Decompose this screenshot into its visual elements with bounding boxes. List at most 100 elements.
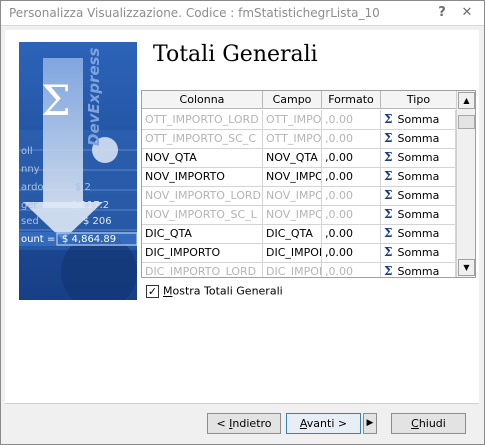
banner-value-1: $ 2: [75, 182, 91, 193]
cell-tipo-text: Somma: [397, 189, 440, 202]
cell-tipo[interactable]: Σ Somma: [381, 224, 456, 243]
table-row[interactable]: NOV_IMPORTO_SC_L NOV_IMPO ,0.00 Σ Somma: [142, 205, 456, 225]
next-button-rest: vanti >: [306, 417, 348, 430]
next-button[interactable]: Avanti >: [286, 413, 361, 434]
banner-label-5: sed: [21, 216, 39, 227]
table-row[interactable]: DIC_IMPORTO_LORD DIC_IMPOF ,0.00 Σ Somma: [142, 262, 456, 278]
cell-colonna[interactable]: NOV_IMPORTO_SC_L: [142, 205, 263, 224]
cell-campo[interactable]: NOV_QTA: [263, 148, 322, 167]
show-totals-label-rest: ostra Totali Generali: [172, 284, 283, 298]
column-header-campo[interactable]: Campo: [263, 91, 322, 109]
show-totals-label[interactable]: Mostra Totali Generali: [163, 285, 283, 298]
cell-campo[interactable]: NOV_IMPO: [263, 186, 322, 205]
cell-campo[interactable]: DIC_IMPOF: [263, 243, 322, 262]
cell-tipo-text: Somma: [397, 132, 440, 145]
cell-colonna[interactable]: NOV_IMPORTO: [142, 167, 263, 186]
column-header-formato[interactable]: Formato: [322, 91, 381, 109]
cell-tipo[interactable]: Σ Somma: [381, 148, 456, 167]
cell-tipo[interactable]: Σ Somma: [381, 129, 456, 148]
cell-campo[interactable]: NOV_IMPO: [263, 205, 322, 224]
cell-tipo-text: Somma: [397, 208, 440, 221]
banner-label-2: nny: [21, 164, 40, 175]
cell-campo[interactable]: OTT_IMPO: [263, 110, 322, 129]
cell-tipo-text: Somma: [397, 246, 440, 259]
cell-formato[interactable]: ,0.00: [322, 129, 381, 148]
table-row[interactable]: NOV_IMPORTO NOV_IMPO ,0.00 Σ Somma: [142, 167, 456, 187]
sum-icon: Σ: [384, 112, 393, 126]
sum-icon: Σ: [384, 226, 393, 240]
cell-tipo-text: Somma: [397, 170, 440, 183]
cell-tipo[interactable]: Σ Somma: [381, 167, 456, 186]
cell-colonna[interactable]: NOV_IMPORTO_LORD: [142, 186, 263, 205]
scroll-up-button[interactable]: ▲: [458, 92, 475, 109]
sum-icon: Σ: [384, 150, 393, 164]
cell-colonna[interactable]: NOV_QTA: [142, 148, 263, 167]
banner-image: Σ DevExpress oll nny ardo ger sed $ 2 $ …: [19, 42, 137, 300]
table-row[interactable]: OTT_IMPORTO_SC_C OTT_IMPO ,0.00 Σ Somma: [142, 129, 456, 149]
cell-tipo-text: Somma: [397, 265, 440, 278]
show-totals-mnemonic: M: [163, 284, 173, 298]
banner-sigma: Σ: [41, 76, 71, 125]
table-row[interactable]: DIC_QTA DIC_QTA ,0.00 Σ Somma: [142, 224, 456, 244]
cell-formato[interactable]: ,0.00: [322, 167, 381, 186]
table-row[interactable]: OTT_IMPORTO_LORD OTT_IMPO ,0.00 Σ Somma: [142, 110, 456, 130]
page-title: Totali Generali: [153, 42, 318, 67]
scroll-down-button[interactable]: ▼: [458, 259, 475, 276]
column-header-colonna[interactable]: Colonna: [142, 91, 263, 109]
cell-campo[interactable]: NOV_IMPO: [263, 167, 322, 186]
cell-tipo[interactable]: Σ Somma: [381, 262, 456, 278]
cell-tipo-text: Somma: [397, 227, 440, 240]
cell-formato[interactable]: ,0.00: [322, 205, 381, 224]
cell-colonna[interactable]: DIC_IMPORTO: [142, 243, 263, 262]
next-arrow-button[interactable]: ▶: [363, 413, 377, 434]
sum-icon: Σ: [384, 131, 393, 145]
cell-formato[interactable]: ,0.00: [322, 186, 381, 205]
cell-formato[interactable]: ,0.00: [322, 243, 381, 262]
cell-colonna[interactable]: DIC_QTA: [142, 224, 263, 243]
close-button-rest: hiudi: [418, 417, 446, 430]
grid-scrollbar[interactable]: ▲ ▼: [456, 91, 475, 277]
sum-icon: Σ: [384, 169, 393, 183]
cell-colonna[interactable]: DIC_IMPORTO_LORD: [142, 262, 263, 277]
cell-formato[interactable]: ,0.00: [322, 110, 381, 129]
column-header-tipo[interactable]: Tipo: [381, 91, 457, 109]
banner-value-2: $ 117.2: [71, 200, 110, 211]
sum-icon: Σ: [384, 245, 393, 259]
banner-label-1: oll: [21, 146, 33, 157]
table-row[interactable]: NOV_IMPORTO_LORD NOV_IMPO ,0.00 Σ Somma: [142, 186, 456, 206]
sum-icon: Σ: [384, 207, 393, 221]
scroll-thumb[interactable]: [458, 115, 475, 129]
cell-tipo[interactable]: Σ Somma: [381, 110, 456, 129]
cell-tipo[interactable]: Σ Somma: [381, 243, 456, 262]
banner-total-label: ount =: [21, 234, 56, 245]
cell-campo[interactable]: DIC_QTA: [263, 224, 322, 243]
cell-tipo[interactable]: Σ Somma: [381, 205, 456, 224]
banner-value-3: $ 206: [83, 216, 112, 227]
table-row[interactable]: DIC_IMPORTO DIC_IMPOF ,0.00 Σ Somma: [142, 243, 456, 263]
close-button[interactable]: Chiudi: [391, 413, 466, 434]
close-icon[interactable]: ✕: [459, 4, 475, 22]
cell-campo[interactable]: OTT_IMPO: [263, 129, 322, 148]
totals-grid[interactable]: Colonna Campo Formato Tipo OTT_IMPORTO_L…: [141, 90, 476, 278]
show-totals-option[interactable]: ✓ Mostra Totali Generali: [146, 284, 283, 298]
cell-colonna[interactable]: OTT_IMPORTO_LORD: [142, 110, 263, 129]
title-bar: Personalizza Visualizzazione. Codice : f…: [1, 1, 484, 26]
cell-formato[interactable]: ,0.00: [322, 262, 381, 277]
back-button-rest: ndietro: [232, 417, 272, 430]
wizard-page: Σ DevExpress oll nny ardo ger sed $ 2 $ …: [5, 30, 479, 403]
sum-icon: Σ: [384, 264, 393, 278]
banner-total-value: $ 4,864.89: [62, 234, 117, 245]
cell-formato[interactable]: ,0.00: [322, 148, 381, 167]
banner-brand: DevExpress: [85, 47, 103, 147]
cell-campo[interactable]: DIC_IMPOF: [263, 262, 322, 277]
sum-icon: Σ: [384, 188, 393, 202]
cell-tipo[interactable]: Σ Somma: [381, 186, 456, 205]
help-button[interactable]: ?: [434, 4, 450, 22]
show-totals-checkbox[interactable]: ✓: [146, 284, 159, 298]
window-title: Personalizza Visualizzazione. Codice : f…: [9, 6, 380, 20]
cell-colonna[interactable]: OTT_IMPORTO_SC_C: [142, 129, 263, 148]
back-button[interactable]: < Indietro: [207, 413, 281, 434]
cell-formato[interactable]: ,0.00: [322, 224, 381, 243]
footer-divider: [5, 403, 479, 404]
table-row[interactable]: NOV_QTA NOV_QTA ,0.00 Σ Somma: [142, 148, 456, 168]
